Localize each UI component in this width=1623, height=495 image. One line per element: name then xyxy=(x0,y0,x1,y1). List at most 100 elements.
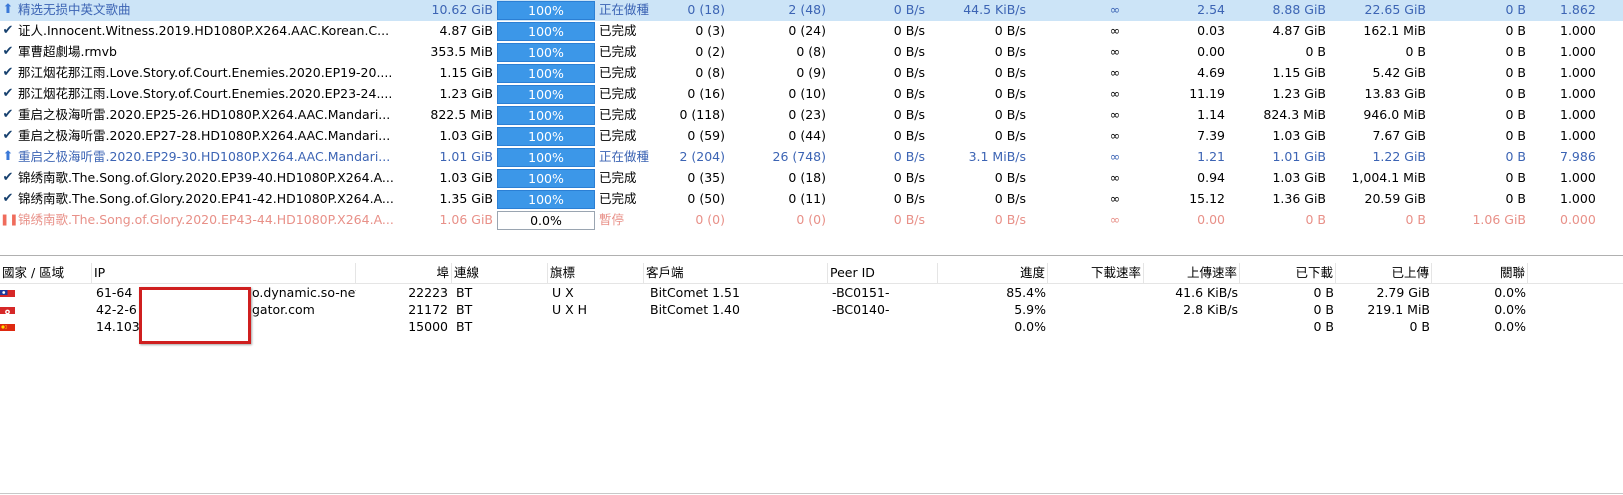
torrent-row[interactable]: ✔ 证人.Innocent.Witness.2019.HD1080P.X264.A… xyxy=(0,21,1623,42)
peer-ip: 42-2-6 xyxy=(96,302,137,317)
torrent-ratio: 11.19 xyxy=(1189,86,1225,101)
column-header-ip[interactable]: IP xyxy=(92,263,356,283)
torrent-uploaded: 7.67 GiB xyxy=(1372,128,1426,143)
peer-progress: 5.9% xyxy=(1014,302,1046,317)
torrent-peers: 26 (748) xyxy=(772,149,827,164)
torrent-left: 0 B xyxy=(1505,107,1526,122)
checkmark-icon: ✔ xyxy=(2,65,14,80)
torrent-peers: 0 (9) xyxy=(796,65,826,80)
pane-splitter[interactable] xyxy=(0,255,1623,256)
peer-host: o.dynamic.so-net... xyxy=(252,285,356,300)
torrent-availability: 1.000 xyxy=(1560,44,1596,59)
torrent-seeds: 2 (204) xyxy=(679,149,725,164)
column-header-peer-id[interactable]: Peer ID xyxy=(828,263,938,283)
torrent-row[interactable]: ❚❚ 锦绣南歌.The.Song.of.Glory.2020.EP43-44.HD… xyxy=(0,210,1623,231)
torrent-seeds: 0 (0) xyxy=(695,212,725,227)
torrent-row[interactable]: ✔ 锦绣南歌.The.Song.of.Glory.2020.EP39-40.HD1… xyxy=(0,168,1623,189)
column-header-port[interactable]: 埠 xyxy=(356,263,452,283)
column-header-client[interactable]: 客戶端 xyxy=(644,263,828,283)
peer-client: BitComet 1.40 xyxy=(650,302,740,317)
torrent-availability: 1.000 xyxy=(1560,128,1596,143)
torrent-downloaded: 8.88 GiB xyxy=(1272,2,1326,17)
torrent-upload-speed: 0 B/s xyxy=(994,65,1026,80)
torrent-row[interactable]: ✔ 锦绣南歌.The.Song.of.Glory.2020.EP41-42.HD1… xyxy=(0,189,1623,210)
torrent-left: 0 B xyxy=(1505,2,1526,17)
torrent-download-speed: 0 B/s xyxy=(893,128,925,143)
hong-kong-flag-icon xyxy=(0,304,15,314)
progress-percent: 100% xyxy=(528,150,564,165)
column-header-flags[interactable]: 旗標 xyxy=(548,263,644,283)
torrent-ratio: 0.03 xyxy=(1197,23,1225,38)
peer-download-speed xyxy=(1048,301,1142,318)
torrent-peers: 0 (18) xyxy=(788,170,826,185)
torrent-name: 锦绣南歌.The.Song.of.Glory.2020.EP43-44.HD10… xyxy=(18,212,393,227)
torrent-name: 軍曹超劇場.rmvb xyxy=(18,44,117,59)
peer-connection: BT xyxy=(456,302,473,317)
torrent-row[interactable]: ✔ 那江烟花那江雨.Love.Story.of.Court.Enemies.202… xyxy=(0,84,1623,105)
torrent-size: 1.06 GiB xyxy=(439,212,493,227)
torrent-downloaded: 1.01 GiB xyxy=(1272,149,1326,164)
peer-flags: U X H xyxy=(552,302,588,317)
torrent-row[interactable]: ⬆ 精选无损中英文歌曲 10.62 GiB 正在做種 0 (18) 2 (48) 0 B/s… xyxy=(0,0,1623,21)
torrent-seeds: 0 (50) xyxy=(687,191,725,206)
column-header-country[interactable]: 國家 / 區域 xyxy=(0,263,92,283)
torrent-left: 1.06 GiB xyxy=(1472,212,1526,227)
torrent-upload-speed: 0 B/s xyxy=(994,23,1026,38)
peer-flags xyxy=(552,318,644,335)
torrent-seeds: 0 (35) xyxy=(687,170,725,185)
progress-percent: 100% xyxy=(528,24,564,39)
torrent-uploaded: 0 B xyxy=(1405,44,1426,59)
column-header-connection[interactable]: 連線 xyxy=(452,263,548,283)
torrent-name: 锦绣南歌.The.Song.of.Glory.2020.EP39-40.HD10… xyxy=(18,170,393,185)
torrent-row[interactable]: ⬆ 重启之极海听雷.2020.EP29-30.HD1080P.X264.AAC.M… xyxy=(0,147,1623,168)
torrent-name: 锦绣南歌.The.Song.of.Glory.2020.EP41-42.HD10… xyxy=(18,191,393,206)
checkmark-icon: ✔ xyxy=(2,128,14,143)
torrent-eta: ∞ xyxy=(1109,191,1121,206)
torrent-ratio: 7.39 xyxy=(1197,128,1225,143)
torrent-uploaded: 946.0 MiB xyxy=(1363,107,1426,122)
torrent-downloaded: 1.23 GiB xyxy=(1272,86,1326,101)
torrent-ratio: 15.12 xyxy=(1189,191,1225,206)
column-header-upload-speed[interactable]: 上傳速率 xyxy=(1144,263,1240,283)
torrent-ratio: 0.94 xyxy=(1197,170,1225,185)
column-header-relevance[interactable]: 關聯 xyxy=(1432,263,1528,283)
peer-list-header: 國家 / 區域 IP 埠 連線 旗標 客戶端 Peer ID 進度 ⌄ 下載速率… xyxy=(0,262,1623,284)
bottom-border xyxy=(0,493,1623,494)
torrent-name: 重启之极海听雷.2020.EP29-30.HD1080P.X264.AAC.Ma… xyxy=(18,149,391,164)
checkmark-icon: ✔ xyxy=(2,170,14,185)
progress-bar: 100% xyxy=(497,22,595,41)
torrent-downloaded: 1.15 GiB xyxy=(1272,65,1326,80)
torrent-availability: 1.000 xyxy=(1560,191,1596,206)
torrent-name: 重启之极海听雷.2020.EP27-28.HD1080P.X264.AAC.Ma… xyxy=(18,128,391,143)
column-header-download-speed[interactable]: 下載速率 xyxy=(1048,263,1144,283)
torrent-uploaded: 1,004.1 MiB xyxy=(1351,170,1426,185)
column-header-uploaded[interactable]: 已上傳 xyxy=(1336,263,1432,283)
progress-bar: 100% xyxy=(497,85,595,104)
peer-host xyxy=(252,318,356,335)
torrent-downloaded: 1.36 GiB xyxy=(1272,191,1326,206)
peer-upload-speed: 2.8 KiB/s xyxy=(1183,302,1238,317)
torrent-size: 822.5 MiB xyxy=(430,107,493,122)
progress-bar: 100% xyxy=(497,106,595,125)
torrent-upload-speed: 0 B/s xyxy=(994,128,1026,143)
torrent-downloaded: 4.87 GiB xyxy=(1272,23,1326,38)
column-header-downloaded[interactable]: 已下載 xyxy=(1240,263,1336,283)
progress-percent: 0.0% xyxy=(530,213,562,228)
peer-upload-speed xyxy=(1144,318,1238,335)
torrent-uploaded: 5.42 GiB xyxy=(1372,65,1426,80)
torrent-seeds: 0 (3) xyxy=(695,23,725,38)
peer-uploaded: 219.1 MiB xyxy=(1367,302,1430,317)
torrent-upload-speed: 44.5 KiB/s xyxy=(963,2,1026,17)
progress-percent: 100% xyxy=(528,66,564,81)
torrent-row[interactable]: ✔ 那江烟花那江雨.Love.Story.of.Court.Enemies.202… xyxy=(0,63,1623,84)
progress-bar: 100% xyxy=(497,64,595,83)
torrent-availability: 1.000 xyxy=(1560,65,1596,80)
torrent-name: 证人.Innocent.Witness.2019.HD1080P.X264.AA… xyxy=(18,23,390,38)
torrent-row[interactable]: ✔ 重启之极海听雷.2020.EP27-28.HD1080P.X264.AAC.M… xyxy=(0,126,1623,147)
torrent-left: 0 B xyxy=(1505,149,1526,164)
torrent-row[interactable]: ✔ 重启之极海听雷.2020.EP25-26.HD1080P.X264.AAC.M… xyxy=(0,105,1623,126)
peer-relevance: 0.0% xyxy=(1494,319,1526,334)
torrent-ratio: 1.14 xyxy=(1197,107,1225,122)
torrent-row[interactable]: ✔ 軍曹超劇場.rmvb 353.5 MiB 已完成 0 (2) 0 (8) 0 B/s 0 … xyxy=(0,42,1623,63)
progress-percent: 100% xyxy=(528,3,564,18)
